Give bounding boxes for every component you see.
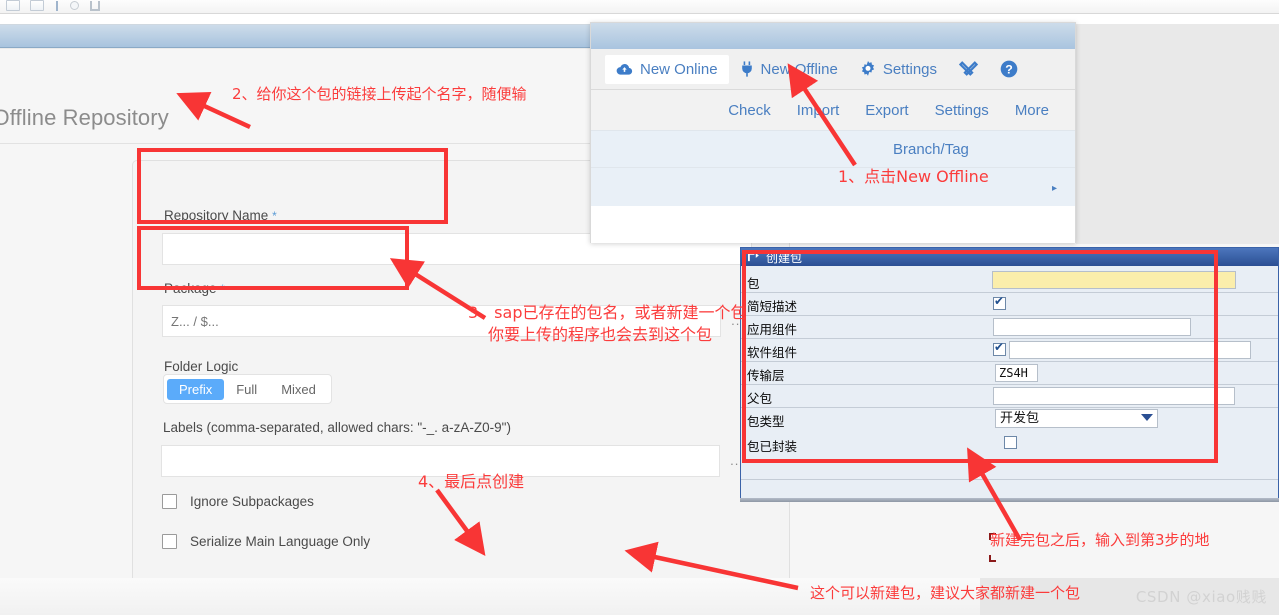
ignore-subpackages-checkbox[interactable] bbox=[162, 494, 177, 509]
annotation-box-sap-dialog bbox=[742, 250, 1218, 463]
ignore-subpackages-row[interactable]: Ignore Subpackages bbox=[162, 494, 314, 509]
annotation-note-bottom: 这个可以新建包，建议大家都新建一个包 bbox=[810, 584, 1081, 602]
focus-corner-bl bbox=[989, 555, 996, 562]
toolbar-icon-3[interactable] bbox=[56, 1, 58, 11]
action-export[interactable]: Export bbox=[865, 102, 908, 119]
toolbar-icon-1[interactable] bbox=[6, 0, 20, 11]
help-circle-icon: ? bbox=[1000, 60, 1018, 78]
panel-settings-button[interactable]: Settings bbox=[849, 55, 948, 84]
folder-logic-label: Folder Logic bbox=[164, 359, 239, 374]
folder-logic-option-prefix[interactable]: Prefix bbox=[167, 378, 225, 400]
panel-help-button[interactable]: ? bbox=[989, 54, 1029, 84]
desktop-fill-right bbox=[1076, 24, 1279, 244]
folder-logic-segmented[interactable]: Prefix Full Mixed bbox=[163, 374, 332, 404]
annotation-box-repository-name bbox=[137, 148, 448, 224]
watermark: CSDN @xiao贱贱 bbox=[1135, 588, 1267, 606]
annotation-step3-line2: 你要上传的程序也会去到这个包 bbox=[488, 325, 713, 344]
new-online-button[interactable]: New Online bbox=[605, 54, 729, 84]
action-import[interactable]: Import bbox=[797, 102, 840, 119]
annotation-box-package bbox=[137, 226, 409, 290]
labels-label: Labels (comma-separated, allowed chars: … bbox=[163, 420, 511, 435]
serialize-main-language-label: Serialize Main Language Only bbox=[190, 534, 371, 549]
toolbar-icon-2[interactable] bbox=[30, 0, 44, 11]
new-offline-label: New Offline bbox=[760, 60, 838, 78]
annotation-note-right: 新建完包之后，输入到第3步的地 bbox=[990, 531, 1210, 549]
folder-logic-option-full[interactable]: Full bbox=[224, 379, 269, 400]
ignore-subpackages-label: Ignore Subpackages bbox=[190, 494, 314, 509]
svg-text:?: ? bbox=[1005, 63, 1013, 77]
folder-logic-option-mixed[interactable]: Mixed bbox=[269, 379, 328, 400]
chevron-right-icon[interactable]: ▸ bbox=[1052, 183, 1057, 194]
new-online-label: New Online bbox=[640, 60, 718, 78]
tools-icon bbox=[959, 61, 979, 76]
annotation-step1: 1、点击New Offline bbox=[838, 167, 989, 186]
tools-button[interactable] bbox=[948, 54, 989, 84]
abapgit-panel: New Online New Offline Settings ? Check … bbox=[590, 22, 1076, 243]
abapgit-expand-row[interactable]: ▸ bbox=[591, 168, 1075, 206]
abapgit-action-row: Check Import Export Settings More bbox=[591, 90, 1075, 130]
serialize-main-language-checkbox[interactable] bbox=[162, 534, 177, 549]
gear-icon bbox=[861, 61, 874, 76]
abapgit-panel-header bbox=[591, 23, 1075, 49]
annotation-step3-line1: 3、sap已存在的包名，或者新建一个包 bbox=[468, 303, 747, 322]
annotation-step4: 4、最后点创建 bbox=[418, 472, 525, 491]
action-check[interactable]: Check bbox=[728, 102, 771, 119]
action-settings[interactable]: Settings bbox=[935, 102, 989, 119]
panel-settings-label: Settings bbox=[882, 60, 938, 78]
annotation-step2: 2、给你这个包的链接上传起个名字，随便输 bbox=[232, 85, 527, 103]
screen-root: ew Offline Repository Repository Name * … bbox=[0, 0, 1279, 615]
serialize-main-language-row[interactable]: Serialize Main Language Only bbox=[162, 534, 370, 549]
action-more[interactable]: More bbox=[1015, 102, 1049, 119]
sap-dialog-footer bbox=[741, 479, 1278, 498]
abapgit-panel-footer bbox=[591, 206, 1075, 243]
plug-icon bbox=[741, 61, 752, 77]
abapgit-toolbar: New Online New Offline Settings ? bbox=[591, 49, 1075, 90]
new-offline-button[interactable]: New Offline bbox=[729, 55, 849, 84]
toolbar-icon-5[interactable] bbox=[90, 1, 100, 11]
page-title: ew Offline Repository bbox=[0, 105, 169, 130]
outer-toolbar bbox=[0, 0, 1279, 14]
cloud-upload-icon bbox=[616, 63, 633, 75]
branch-tag-link[interactable]: Branch/Tag bbox=[893, 141, 969, 158]
sap-dialog-shadow bbox=[740, 498, 1279, 502]
abapgit-branch-row: Branch/Tag bbox=[591, 130, 1075, 168]
toolbar-icon-4[interactable] bbox=[70, 1, 79, 10]
